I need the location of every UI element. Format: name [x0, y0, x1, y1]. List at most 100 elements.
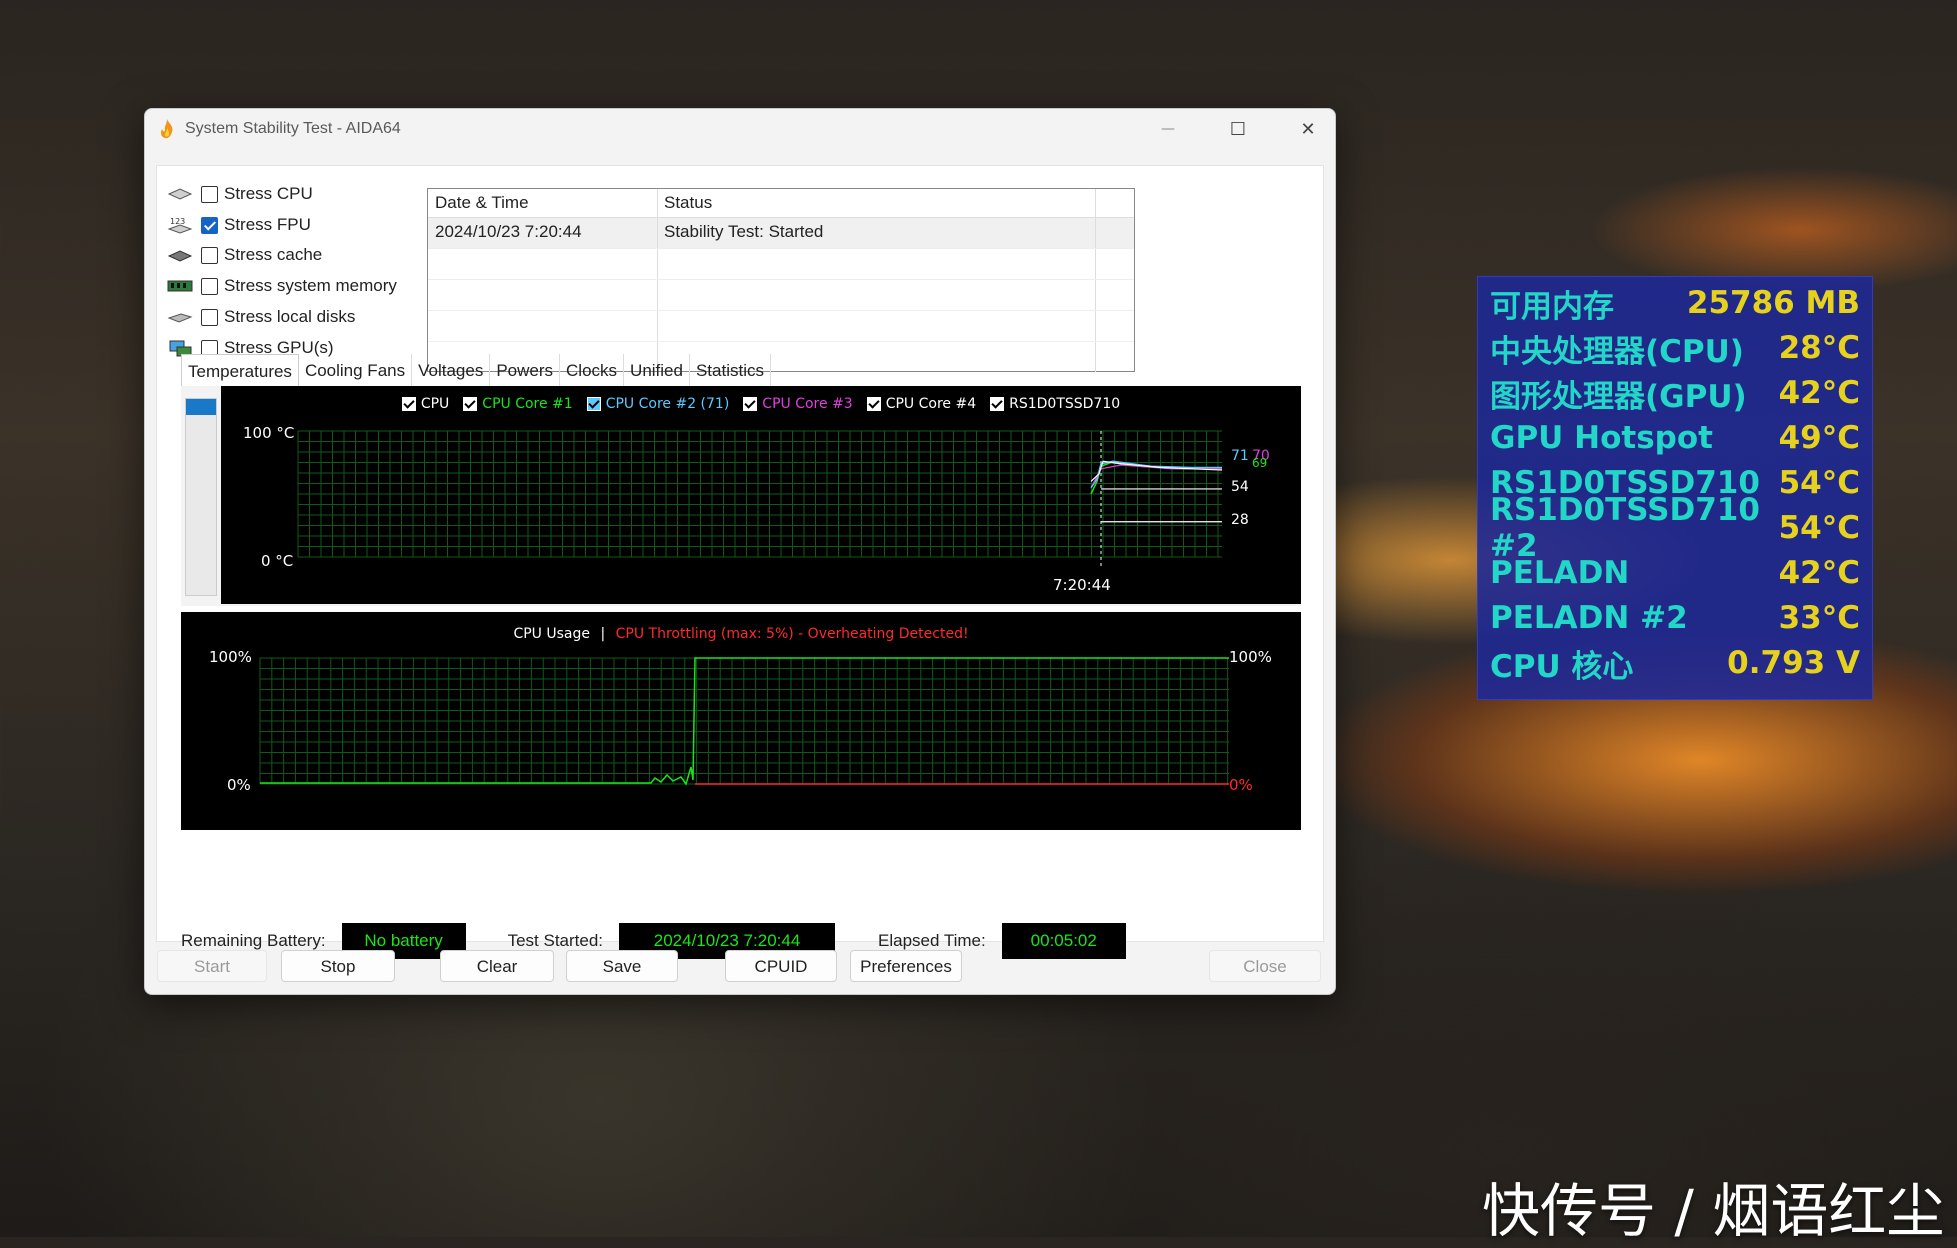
series-cpu — [1090, 460, 1223, 482]
table-row-empty — [428, 311, 1134, 342]
temp-right-label-28: 28 — [1231, 512, 1249, 528]
log-header-datetime[interactable]: Date & Time — [428, 189, 658, 217]
close-button[interactable]: Close — [1209, 950, 1321, 982]
osd-row: 图形处理器(GPU) 42°C — [1490, 371, 1860, 415]
stress-option-row[interactable]: Stress CPU — [167, 180, 313, 208]
stress-option-label: Stress cache — [224, 245, 323, 264]
window-title: System Stability Test - AIDA64 — [185, 120, 401, 137]
close-icon: ✕ — [1300, 118, 1316, 140]
osd-label: CPU 核心 — [1490, 648, 1634, 685]
fpu-123-icon: 123 — [167, 217, 193, 234]
stop-button[interactable]: Stop — [281, 950, 395, 982]
cpu-usage-graph: CPU Usage | CPU Throttling (max: 5%) - O… — [181, 612, 1301, 830]
stress-option-label: Stress local disks — [224, 307, 356, 326]
title-bar[interactable]: System Stability Test - AIDA64 — ☐ ✕ — [145, 109, 1335, 149]
osd-row: 中央处理器(CPU) 28°C — [1490, 326, 1860, 370]
stress-option-label: Stress system memory — [224, 276, 397, 295]
start-button[interactable]: Start — [157, 950, 267, 982]
stress-option-row[interactable]: Stress local disks — [167, 303, 355, 331]
stress-option-checkbox[interactable] — [201, 216, 218, 234]
stability-test-window: System Stability Test - AIDA64 — ☐ ✕ Str… — [144, 108, 1336, 995]
stress-option-row[interactable]: Stress system memory — [167, 272, 397, 300]
osd-row: RS1D0TSSD710 #2 54°C — [1490, 492, 1860, 564]
elapsed-time-label: Elapsed Time: — [878, 931, 986, 950]
cpuid-button[interactable]: CPUID — [725, 950, 837, 982]
sensor-scrollbar[interactable] — [185, 398, 217, 596]
cache-chip-icon — [167, 250, 193, 262]
graph-tabs: Temperatures Cooling Fans Voltages Powers Cl… — [181, 354, 771, 387]
osd-label: 中央处理器(CPU) — [1490, 333, 1744, 370]
osd-label: PELADN #2 — [1490, 600, 1688, 636]
osd-value: 42°C — [1778, 555, 1860, 591]
table-row-empty — [428, 249, 1134, 280]
log-cell-empty — [658, 249, 1096, 279]
log-cell-empty — [428, 249, 658, 279]
tab-clocks[interactable]: Clocks — [560, 354, 625, 386]
stress-option-row[interactable]: 123 Stress FPU — [167, 211, 311, 239]
tab-statistics[interactable]: Statistics — [690, 354, 771, 386]
table-row[interactable]: 2024/10/23 7:20:44 Stability Test: Start… — [428, 218, 1134, 249]
battery-label: Remaining Battery: — [181, 931, 326, 950]
osd-row: PELADN 42°C — [1490, 551, 1860, 595]
close-window-button[interactable]: ✕ — [1285, 113, 1331, 145]
osd-row: 可用内存 25786 MB — [1490, 281, 1860, 325]
stress-option-checkbox[interactable] — [201, 277, 218, 295]
osd-label: 可用内存 — [1490, 288, 1614, 325]
osd-value: 25786 MB — [1686, 285, 1860, 321]
osd-label: 图形处理器(GPU) — [1490, 378, 1747, 415]
preferences-button[interactable]: Preferences — [850, 950, 962, 982]
stress-option-checkbox[interactable] — [201, 308, 218, 326]
log-cell-datetime: 2024/10/23 7:20:44 — [428, 218, 658, 248]
log-cell-status: Stability Test: Started — [658, 218, 1096, 248]
status-log-table[interactable]: Date & Time Status 2024/10/23 7:20:44 St… — [427, 188, 1135, 372]
osd-value: 28°C — [1778, 330, 1860, 366]
log-cell-empty — [658, 311, 1096, 341]
log-header-status[interactable]: Status — [658, 189, 1096, 217]
save-button[interactable]: Save — [566, 950, 678, 982]
log-cell-empty — [658, 280, 1096, 310]
temp-right-label-71: 71 — [1231, 448, 1249, 464]
temperature-plot — [297, 430, 1223, 566]
osd-row: PELADN #2 33°C — [1490, 596, 1860, 640]
osd-label: GPU Hotspot — [1490, 420, 1713, 456]
osd-value: 54°C — [1778, 465, 1860, 501]
temp-right-label-54: 54 — [1231, 479, 1249, 495]
client-area: Stress CPU 123 Stress FPU Stress cache Stres… — [156, 165, 1324, 959]
elapsed-time-value: 00:05:02 — [1001, 923, 1126, 959]
stress-option-label: Stress CPU — [224, 184, 313, 203]
log-cell-empty — [428, 311, 658, 341]
sensor-osd-overlay: 可用内存 25786 MB 中央处理器(CPU) 28°C 图形处理器(GPU) 42°C… — [1477, 276, 1873, 700]
log-header: Date & Time Status — [428, 189, 1134, 218]
svg-text:123: 123 — [170, 217, 185, 226]
scrollbar-thumb[interactable] — [186, 399, 216, 415]
osd-value: 54°C — [1778, 510, 1860, 546]
temperature-panel: CPU CPU Core #1 CPU Core #2 (71) CPU Core #… — [181, 386, 1301, 606]
watermark: 快传号 / 烟语红尘 — [1482, 1177, 1945, 1245]
stress-option-row[interactable]: Stress cache — [167, 241, 322, 269]
tab-temperatures[interactable]: Temperatures — [181, 354, 299, 387]
osd-value: 0.793 V — [1727, 645, 1860, 681]
stress-option-checkbox[interactable] — [201, 246, 218, 264]
table-row-empty — [428, 280, 1134, 311]
stress-option-checkbox[interactable] — [201, 185, 218, 203]
tab-powers[interactable]: Powers — [490, 354, 561, 386]
osd-label: PELADN — [1490, 555, 1630, 591]
tab-voltages[interactable]: Voltages — [412, 354, 491, 386]
minimize-icon: — — [1161, 121, 1175, 137]
memory-module-icon — [167, 280, 193, 292]
osd-value: 49°C — [1778, 420, 1860, 456]
temperature-graph: CPU CPU Core #1 CPU Core #2 (71) CPU Core #… — [221, 386, 1301, 604]
maximize-button[interactable]: ☐ — [1215, 113, 1261, 145]
maximize-icon: ☐ — [1229, 118, 1247, 140]
tab-cooling-fans[interactable]: Cooling Fans — [299, 354, 413, 386]
minimize-button[interactable]: — — [1145, 113, 1191, 145]
cpu-chip-icon — [167, 188, 193, 200]
tab-unified[interactable]: Unified — [624, 354, 690, 386]
cpu-usage-plot — [259, 657, 1229, 786]
osd-value: 33°C — [1778, 600, 1860, 636]
test-started-label: Test Started: — [507, 931, 604, 950]
clear-button[interactable]: Clear — [440, 950, 554, 982]
log-cell-empty — [428, 280, 658, 310]
stress-option-label: Stress FPU — [224, 215, 311, 234]
disk-drive-icon — [167, 313, 193, 323]
